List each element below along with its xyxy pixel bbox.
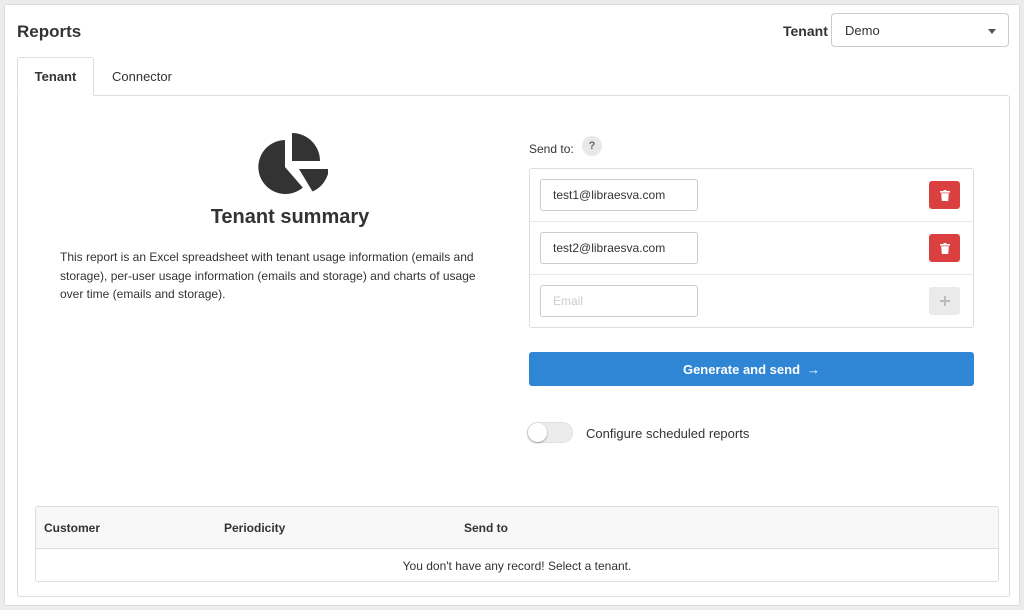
summary-title: Tenant summary — [210, 206, 370, 228]
trash-icon — [939, 242, 950, 254]
email-field[interactable] — [540, 232, 698, 264]
email-row — [530, 169, 973, 222]
add-email-button[interactable] — [929, 287, 960, 315]
trash-icon — [939, 189, 950, 201]
tab-tenant[interactable]: Tenant — [17, 57, 94, 96]
generate-and-send-button[interactable]: Generate and send → — [529, 352, 974, 386]
tenant-select-value: Demo — [845, 22, 880, 38]
column-header-send-to: Send to — [464, 521, 508, 535]
arrow-right-icon: → — [807, 361, 821, 377]
email-recipients-list — [529, 168, 974, 328]
generate-button-label: Generate and send — [682, 361, 801, 377]
tab-connector[interactable]: Connector — [94, 57, 190, 96]
scheduled-reports-toggle[interactable] — [527, 422, 573, 443]
toggle-knob — [528, 423, 547, 442]
reports-card: Reports Tenant Demo Tenant Connector Ten… — [4, 4, 1020, 606]
help-icon[interactable]: ? — [582, 136, 602, 156]
pie-chart-icon — [258, 133, 328, 194]
tenant-label: Tenant — [783, 23, 828, 39]
email-row — [530, 222, 973, 275]
scheduled-reports-table: Customer Periodicity Send to You don't h… — [35, 506, 999, 582]
chevron-down-icon — [988, 29, 996, 34]
send-to-label: Send to: — [529, 142, 574, 156]
tab-panel: Tenant summary This report is an Excel s… — [17, 95, 1010, 597]
page-title: Reports — [17, 22, 82, 41]
delete-email-button[interactable] — [929, 234, 960, 262]
plus-icon — [939, 296, 950, 306]
column-header-periodicity: Periodicity — [224, 521, 286, 535]
email-row-new — [530, 275, 973, 328]
delete-email-button[interactable] — [929, 181, 960, 209]
table-header: Customer Periodicity Send to — [36, 507, 998, 549]
summary-description: This report is an Excel spreadsheet with… — [60, 250, 476, 301]
report-tabs: Tenant Connector — [17, 57, 190, 96]
scheduled-reports-label: Configure scheduled reports — [586, 426, 750, 441]
tenant-select[interactable]: Demo — [831, 13, 1009, 47]
new-email-field[interactable] — [540, 285, 698, 317]
empty-table-message: You don't have any record! Select a tena… — [402, 558, 632, 573]
column-header-customer: Customer — [44, 521, 101, 535]
email-field[interactable] — [540, 179, 698, 211]
